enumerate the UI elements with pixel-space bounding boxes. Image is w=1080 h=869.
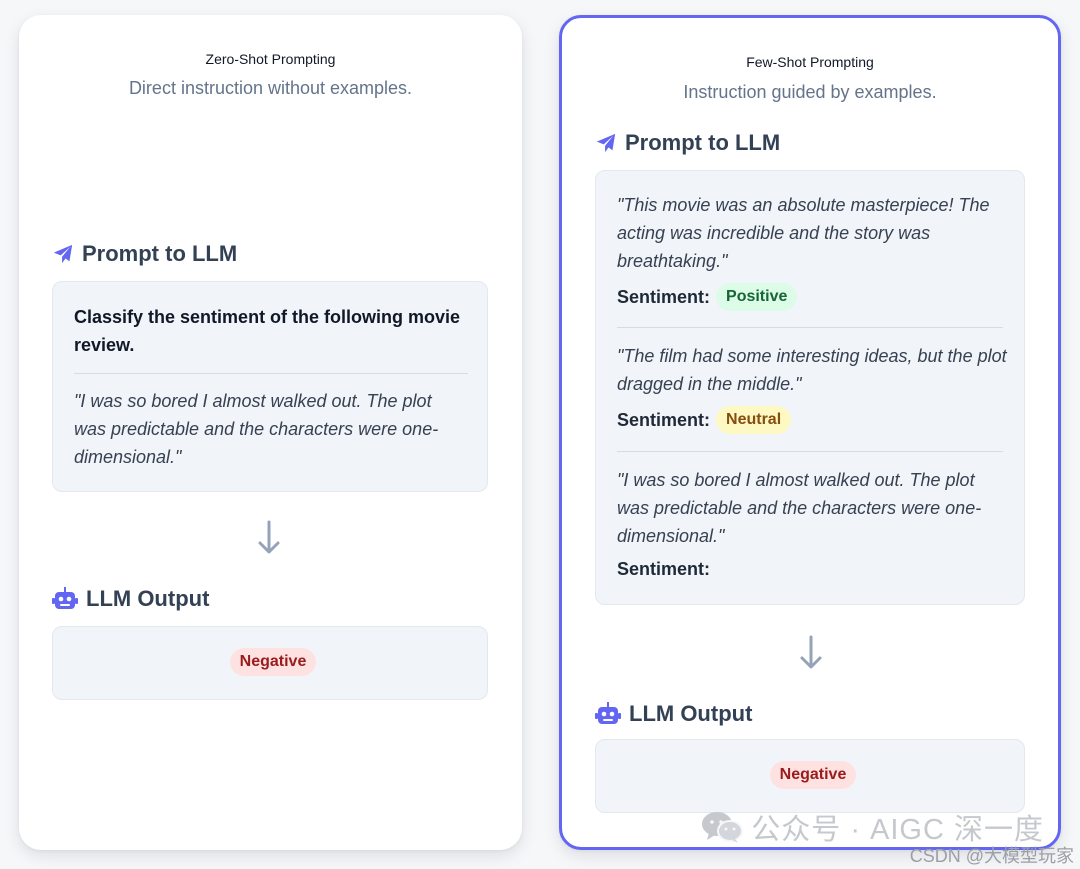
query-review: "I was so bored I almost walked out. The… <box>617 470 982 546</box>
example-review: "This movie was an absolute masterpiece!… <box>617 195 990 271</box>
output-heading-label: LLM Output <box>629 701 753 726</box>
arrow-down-icon <box>257 520 281 561</box>
robot-icon <box>52 587 78 611</box>
output-box: Negative <box>52 626 488 700</box>
sentiment-badge-neutral: Neutral <box>716 406 792 434</box>
prompt-box: Classify the sentiment of the following … <box>52 281 488 492</box>
credit-text: CSDN @大模型玩家 <box>909 846 1074 866</box>
prompt-box: "This movie was an absolute masterpiece!… <box>595 170 1025 605</box>
card-title: Zero-Shot Prompting <box>205 51 336 67</box>
card-subtitle: Instruction guided by examples. <box>683 82 937 102</box>
example-sentiment: Sentiment: Neutral <box>617 406 792 434</box>
card-subtitle: Direct instruction without examples. <box>128 78 413 98</box>
review-quote: "I was so bored I almost walked out. The… <box>74 391 439 467</box>
robot-icon <box>595 702 621 726</box>
prompt-instruction: Classify the sentiment of the following … <box>74 307 461 355</box>
output-box: Negative <box>595 739 1025 813</box>
query-sentiment: Sentiment: <box>617 559 710 580</box>
example-review: "The film had some interesting ideas, bu… <box>617 346 1007 394</box>
zero-shot-card: Zero-Shot Prompting Direct instruction w… <box>19 15 522 850</box>
prompt-heading-label: Prompt to LLM <box>625 130 781 155</box>
comparison-stage: Zero-Shot Prompting Direct instruction w… <box>0 0 1080 869</box>
arrow-down-icon <box>799 635 823 676</box>
prompt-heading: Prompt to LLM <box>52 241 237 267</box>
divider <box>617 451 1003 452</box>
output-heading-label: LLM Output <box>86 586 210 611</box>
output-heading: LLM Output <box>52 586 209 612</box>
sentiment-label: Sentiment: <box>617 286 711 307</box>
output-sentiment-badge: Negative <box>769 761 857 789</box>
prompt-heading-label: Prompt to LLM <box>82 241 238 266</box>
paper-plane-icon <box>595 132 617 154</box>
sentiment-badge-positive: Positive <box>716 283 798 311</box>
few-shot-card: Few-Shot Prompting Instruction guided by… <box>559 15 1061 850</box>
divider <box>74 373 468 374</box>
sentiment-label: Sentiment: <box>617 559 711 579</box>
prompt-heading: Prompt to LLM <box>595 130 780 156</box>
example-sentiment: Sentiment: Positive <box>617 283 798 311</box>
output-heading: LLM Output <box>595 701 752 727</box>
paper-plane-icon <box>52 243 74 265</box>
sentiment-label: Sentiment: <box>617 409 711 430</box>
card-title: Few-Shot Prompting <box>746 54 874 70</box>
output-sentiment-badge: Negative <box>229 648 317 676</box>
divider <box>617 327 1003 328</box>
wechat-icon <box>701 810 744 844</box>
